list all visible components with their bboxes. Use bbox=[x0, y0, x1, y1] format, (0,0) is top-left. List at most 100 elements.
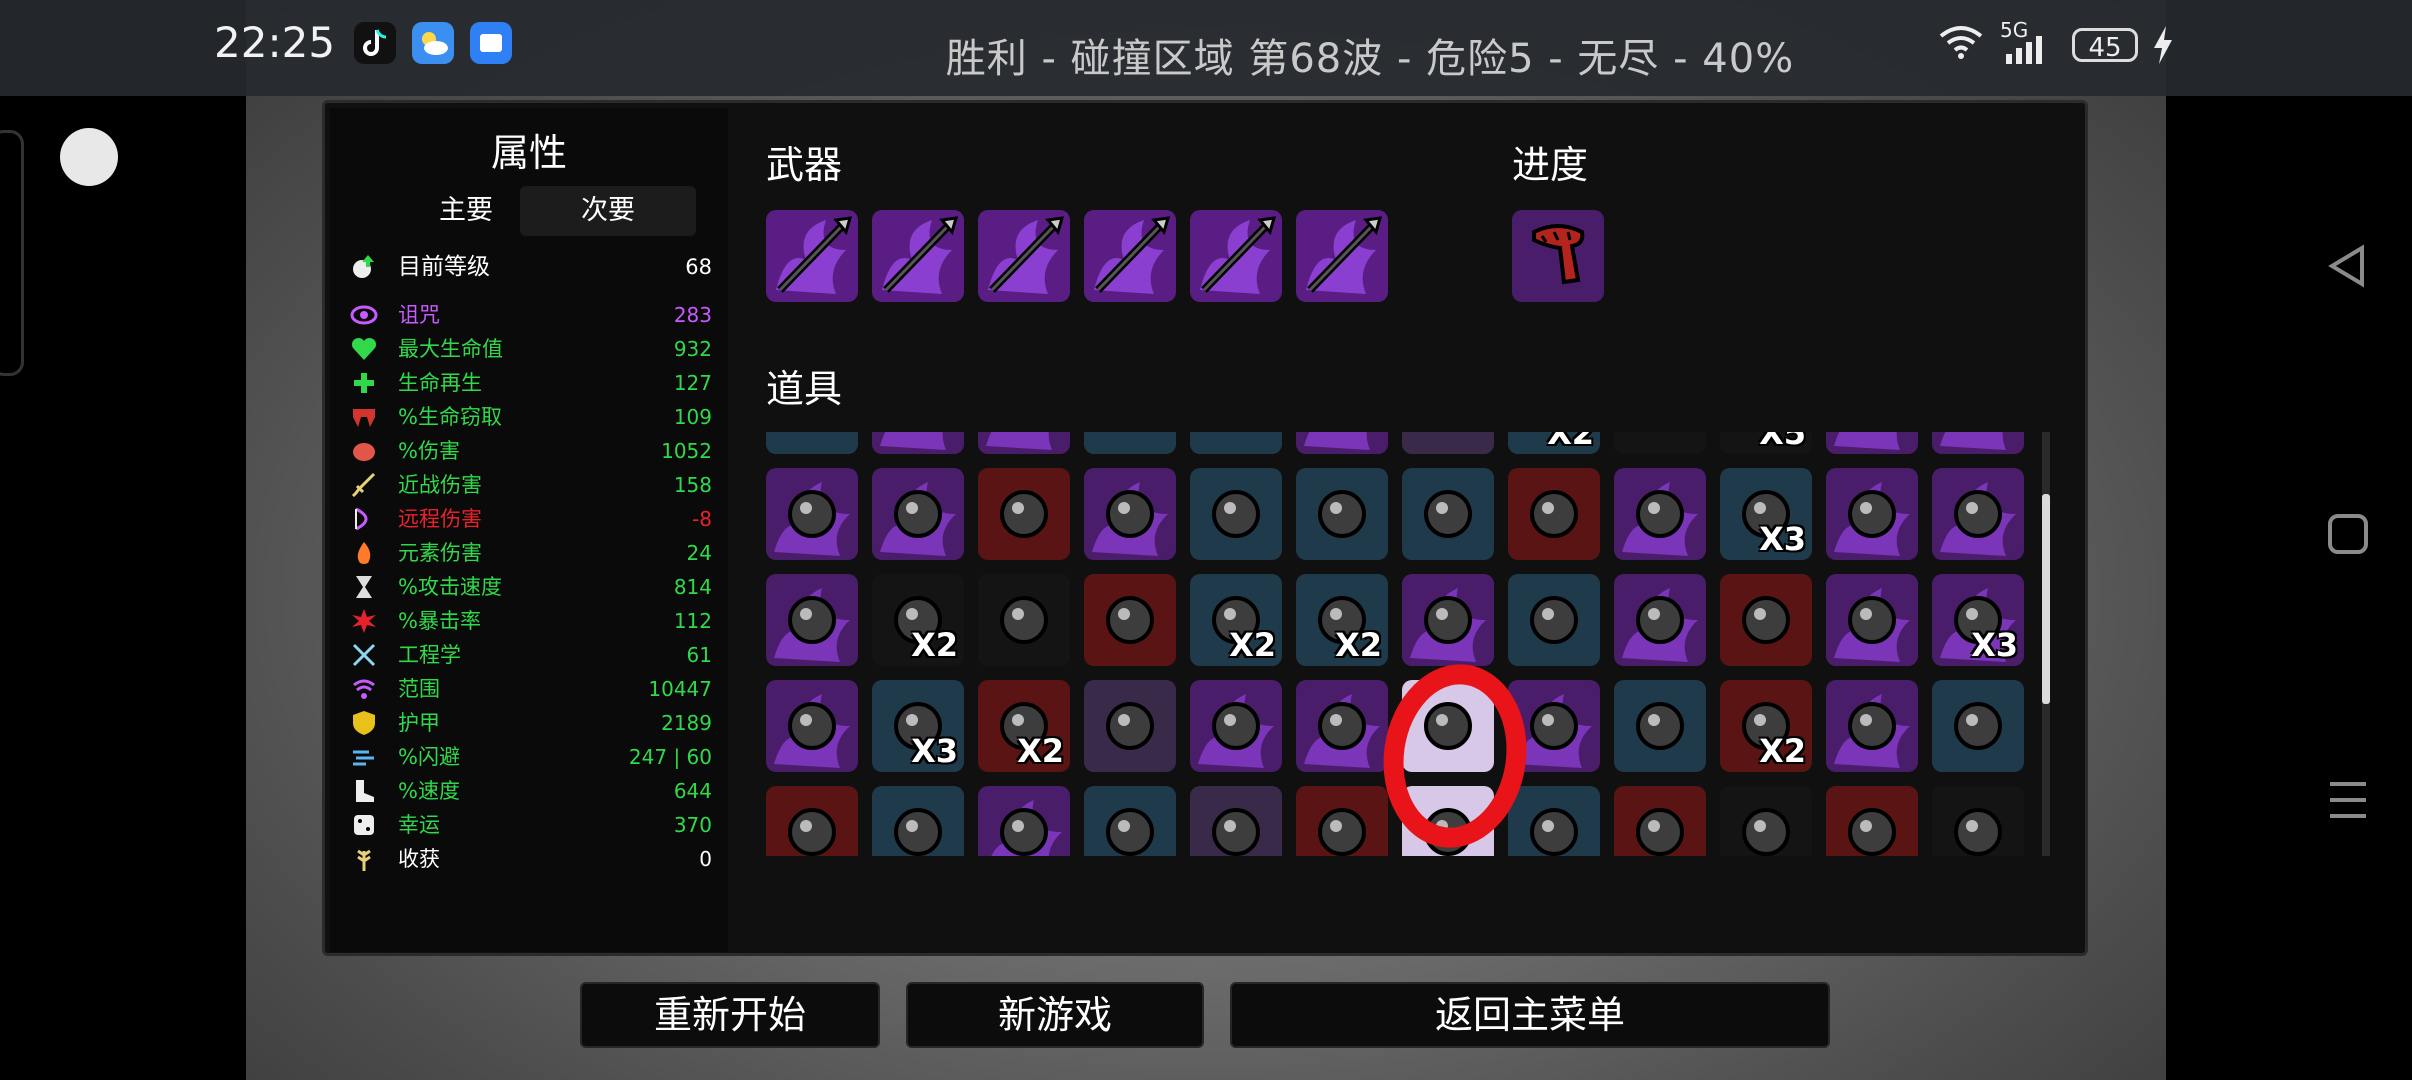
item-slot[interactable] bbox=[1190, 680, 1282, 772]
hourglass-icon bbox=[350, 573, 378, 601]
item-slot[interactable] bbox=[1826, 680, 1918, 772]
stat-label: 范围 bbox=[398, 677, 440, 701]
progress-slot[interactable] bbox=[1512, 210, 1604, 302]
stat-row[interactable]: 范围 10447 bbox=[350, 672, 712, 706]
item-slot[interactable] bbox=[1508, 786, 1600, 856]
item-slot[interactable] bbox=[1402, 574, 1494, 666]
item-slot[interactable] bbox=[1720, 574, 1812, 666]
stat-row[interactable]: 远程伤害 -8 bbox=[350, 502, 712, 536]
stat-row[interactable]: 工程学 61 bbox=[350, 638, 712, 672]
item-slot[interactable] bbox=[1826, 574, 1918, 666]
item-partial-icon bbox=[1940, 432, 2006, 450]
weapon-slot[interactable] bbox=[1084, 210, 1176, 302]
item-slot[interactable]: X3 bbox=[1720, 468, 1812, 560]
weapon-slot[interactable] bbox=[766, 210, 858, 302]
item-slot[interactable] bbox=[1826, 432, 1918, 454]
stat-row[interactable]: 生命再生 127 bbox=[350, 366, 712, 400]
stat-label: 近战伤害 bbox=[398, 473, 482, 497]
item-slot[interactable] bbox=[766, 468, 858, 560]
stat-row[interactable]: 最大生命值 932 bbox=[350, 332, 712, 366]
back-nav-icon[interactable] bbox=[2322, 240, 2374, 292]
item-slot[interactable] bbox=[872, 786, 964, 856]
item-slot[interactable]: X5 bbox=[1720, 432, 1812, 454]
item-slot[interactable] bbox=[1402, 468, 1494, 560]
item-slot[interactable] bbox=[1084, 680, 1176, 772]
item-slot[interactable] bbox=[872, 432, 964, 454]
item-slot[interactable]: X3 bbox=[1932, 574, 2024, 666]
item-slot[interactable] bbox=[978, 432, 1070, 454]
home-nav-icon[interactable] bbox=[2322, 508, 2374, 560]
item-slot[interactable]: X2 bbox=[978, 680, 1070, 772]
item-slot[interactable] bbox=[1296, 680, 1388, 772]
item-slot[interactable]: X2 bbox=[872, 574, 964, 666]
stat-row[interactable]: %暴击率 112 bbox=[350, 604, 712, 638]
item-slot[interactable]: X2 bbox=[1508, 432, 1600, 454]
item-slot[interactable] bbox=[766, 432, 858, 454]
stat-row[interactable]: %生命窃取 109 bbox=[350, 400, 712, 434]
side-panel-handle[interactable] bbox=[0, 130, 24, 376]
item-slot[interactable] bbox=[1614, 468, 1706, 560]
item-slot[interactable] bbox=[1084, 432, 1176, 454]
item-slot[interactable] bbox=[978, 574, 1070, 666]
item-slot[interactable] bbox=[1190, 432, 1282, 454]
stat-row[interactable]: %伤害 1052 bbox=[350, 434, 712, 468]
item-slot[interactable] bbox=[1614, 680, 1706, 772]
item-slot[interactable] bbox=[1084, 786, 1176, 856]
main-menu-button[interactable]: 返回主菜单 bbox=[1230, 982, 1830, 1048]
stat-row[interactable]: %速度 644 bbox=[350, 774, 712, 808]
item-slot[interactable] bbox=[1296, 432, 1388, 454]
item-slot[interactable] bbox=[872, 468, 964, 560]
item-slot[interactable] bbox=[1614, 432, 1706, 454]
item-slot[interactable] bbox=[1720, 786, 1812, 856]
stat-row[interactable]: 护甲 2189 bbox=[350, 706, 712, 740]
tab-secondary-stats[interactable]: 次要 bbox=[520, 186, 696, 236]
item-slot[interactable] bbox=[1084, 574, 1176, 666]
item-slot[interactable] bbox=[1932, 468, 2024, 560]
stat-row[interactable]: 诅咒 283 bbox=[350, 298, 712, 332]
items-scrollbar-thumb[interactable] bbox=[2042, 494, 2050, 704]
item-slot[interactable]: X2 bbox=[1190, 574, 1282, 666]
stat-label: %伤害 bbox=[398, 439, 460, 463]
item-slot[interactable]: X2 bbox=[1720, 680, 1812, 772]
item-slot[interactable] bbox=[1932, 786, 2024, 856]
item-slot[interactable] bbox=[1296, 468, 1388, 560]
item-slot[interactable]: X3 bbox=[872, 680, 964, 772]
menu-nav-icon[interactable] bbox=[2322, 774, 2374, 826]
weapon-slot[interactable] bbox=[978, 210, 1070, 302]
item-slot[interactable] bbox=[1508, 574, 1600, 666]
stat-row[interactable]: %闪避 247 | 60 bbox=[350, 740, 712, 774]
item-slot[interactable] bbox=[1190, 468, 1282, 560]
item-slot[interactable] bbox=[1402, 432, 1494, 454]
item-slot[interactable] bbox=[1190, 786, 1282, 856]
weapon-slot[interactable] bbox=[1296, 210, 1388, 302]
item-slot[interactable]: X2 bbox=[1296, 574, 1388, 666]
stat-row[interactable]: 元素伤害 24 bbox=[350, 536, 712, 570]
item-slot[interactable] bbox=[978, 468, 1070, 560]
stat-row[interactable]: 幸运 370 bbox=[350, 808, 712, 842]
item-slot[interactable] bbox=[1508, 468, 1600, 560]
item-slot[interactable] bbox=[1614, 574, 1706, 666]
item-slot[interactable] bbox=[1084, 468, 1176, 560]
item-slot[interactable] bbox=[1826, 468, 1918, 560]
stat-label: %攻击速度 bbox=[398, 575, 502, 599]
weapon-slot[interactable] bbox=[1190, 210, 1282, 302]
item-slot[interactable] bbox=[1932, 432, 2024, 454]
bow-icon bbox=[350, 505, 378, 533]
item-slot[interactable] bbox=[766, 574, 858, 666]
new-game-button[interactable]: 新游戏 bbox=[906, 982, 1204, 1048]
item-slot[interactable] bbox=[1614, 786, 1706, 856]
stat-row[interactable]: %攻击速度 814 bbox=[350, 570, 712, 604]
restart-button[interactable]: 重新开始 bbox=[580, 982, 880, 1048]
stat-row[interactable]: 近战伤害 158 bbox=[350, 468, 712, 502]
stat-row[interactable]: 收获 0 bbox=[350, 842, 712, 876]
floating-assist-button[interactable] bbox=[60, 128, 118, 186]
item-slot[interactable] bbox=[1296, 786, 1388, 856]
item-slot[interactable] bbox=[766, 680, 858, 772]
weapon-slot[interactable] bbox=[872, 210, 964, 302]
item-slot[interactable] bbox=[1932, 680, 2024, 772]
item-slot[interactable] bbox=[1826, 786, 1918, 856]
item-slot[interactable] bbox=[978, 786, 1070, 856]
rocket-icon bbox=[1304, 694, 1380, 768]
item-slot[interactable] bbox=[766, 786, 858, 856]
gnome-icon bbox=[1106, 596, 1154, 644]
